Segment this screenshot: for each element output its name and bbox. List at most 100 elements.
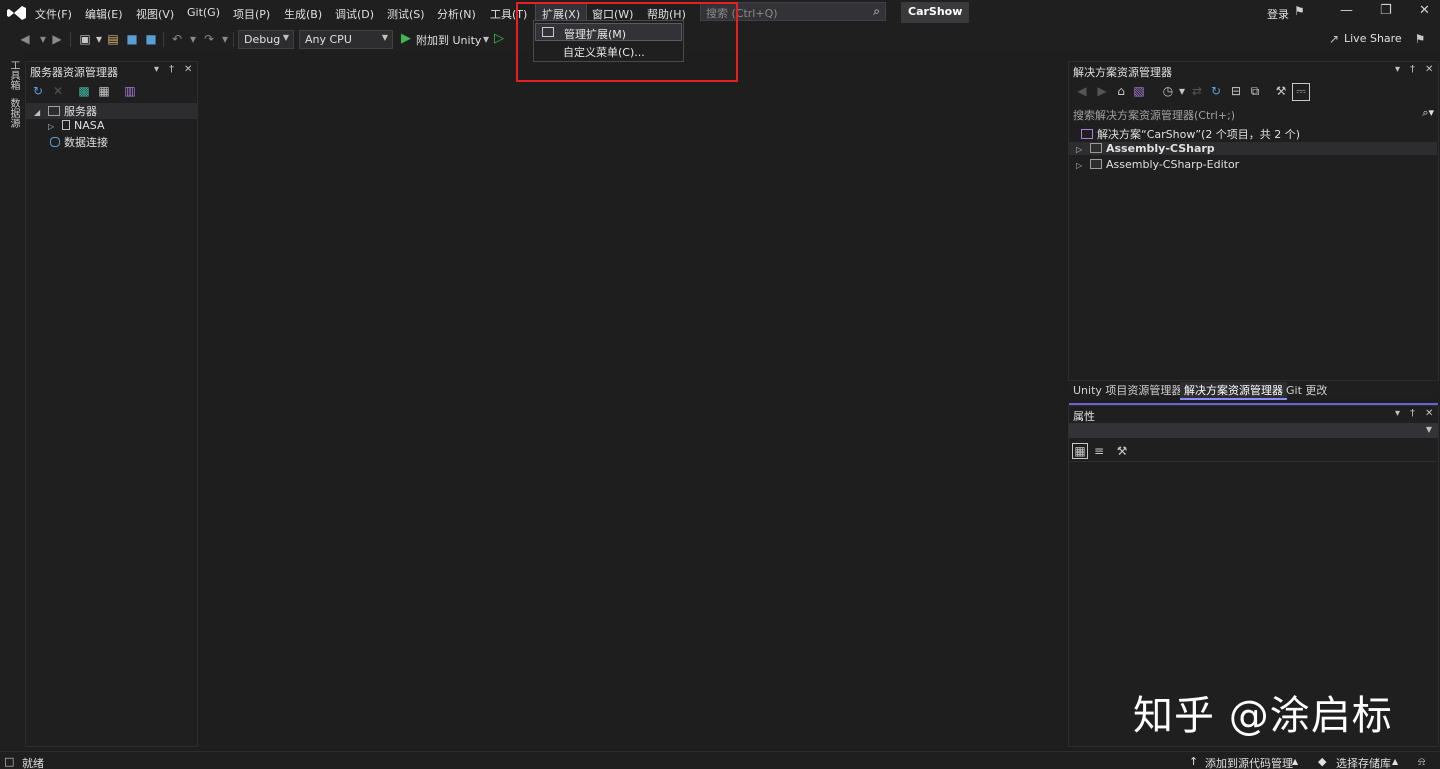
undo-dropdown-icon[interactable]: ▾ (186, 32, 200, 46)
menu-view[interactable]: 视图(V) (136, 6, 174, 22)
collapsed-arrow-icon[interactable]: ▷ (48, 122, 58, 131)
forward-icon[interactable]: ▶ (1095, 84, 1109, 98)
back-icon[interactable]: ◀ (18, 32, 32, 46)
solution-search-input[interactable]: 搜索解决方案资源管理器(Ctrl+;) ⌕▾ (1069, 106, 1438, 123)
pin-icon[interactable]: † (1410, 64, 1415, 75)
redo-dropdown-icon[interactable]: ▾ (218, 32, 232, 46)
alphabetical-icon[interactable]: ≡ (1092, 444, 1106, 458)
panel-dropdown-icon[interactable]: ▾ (154, 64, 159, 75)
back-icon[interactable]: ◀ (1075, 84, 1089, 98)
expanded-arrow-icon[interactable]: ◢ (34, 108, 44, 117)
sync-icon[interactable]: ⇄ (1190, 84, 1204, 98)
attach-dropdown-icon[interactable]: ▾ (479, 32, 493, 46)
menu-analyze[interactable]: 分析(N) (437, 6, 476, 22)
account-icon[interactable]: ⚑ (1294, 4, 1305, 18)
data-sources-tab[interactable]: 数据源 (6, 98, 21, 128)
menu-file[interactable]: 文件(F) (35, 6, 72, 22)
menu-project[interactable]: 项目(P) (233, 6, 270, 22)
login-link[interactable]: 登录 (1267, 6, 1289, 22)
connect-server-icon[interactable]: ▦ (97, 84, 111, 98)
tab-git-changes[interactable]: Git 更改 (1282, 382, 1331, 398)
menu-git[interactable]: Git(G) (187, 6, 220, 19)
tree-node-nasa[interactable]: ▷ NASA (48, 119, 104, 132)
select-repository-button[interactable]: 选择存储库 (1336, 755, 1391, 769)
preview-selected-icon[interactable]: ⎓ (1292, 83, 1310, 101)
forward-icon[interactable]: ▶ (50, 32, 64, 46)
show-all-files-icon[interactable]: ⧉ (1248, 84, 1262, 98)
tree-node-solution[interactable]: 解决方案“CarShow”(2 个项目，共 2 个) (1081, 126, 1300, 142)
close-icon[interactable]: ✕ (1425, 408, 1433, 419)
tab-unity-explorer[interactable]: Unity 项目资源管理器 (1069, 382, 1186, 398)
open-folder-icon[interactable]: ▤ (106, 32, 120, 46)
panel-dropdown-icon[interactable]: ▾ (1395, 408, 1400, 419)
add-to-source-control-button[interactable]: 添加到源代码管理 (1205, 755, 1293, 769)
left-tool-strip: 工具箱 数据源 (0, 52, 24, 751)
azure-icon[interactable]: ▥ (123, 84, 137, 98)
refresh-icon[interactable]: ↻ (31, 84, 45, 98)
live-share-button[interactable]: Live Share (1344, 32, 1402, 45)
status-ready: 就绪 (22, 757, 44, 769)
pending-changes-icon[interactable]: ◷ (1161, 84, 1175, 98)
tree-node-label: Assembly-CSharp-Editor (1106, 158, 1240, 171)
pin-icon[interactable]: † (1410, 408, 1415, 419)
start-without-debugging-icon[interactable]: ▷ (492, 32, 506, 46)
redo-icon[interactable]: ↷ (202, 32, 216, 46)
categorized-icon[interactable]: ▦ (1072, 443, 1088, 459)
collapsed-arrow-icon[interactable]: ▷ (1076, 145, 1086, 154)
solution-explorer-toolbar: ◀ ▶ ⌂ ▧ ◷ ▾ ⇄ ↻ ⊟ ⧉ ⚒ ⎓ (1069, 80, 1438, 104)
server-icon (62, 120, 70, 130)
properties-wrench-icon[interactable]: ⚒ (1274, 84, 1288, 98)
collapse-all-icon[interactable]: ⊟ (1229, 84, 1243, 98)
tab-solution-explorer[interactable]: 解决方案资源管理器 (1180, 382, 1287, 400)
property-pages-icon[interactable]: ⚒ (1115, 444, 1129, 458)
new-dropdown-icon[interactable]: ▾ (92, 32, 106, 46)
tree-node-data-connections[interactable]: 数据连接 (50, 134, 108, 150)
menu-test[interactable]: 测试(S) (387, 6, 425, 22)
save-icon[interactable]: ■ (125, 32, 139, 46)
csharp-project-icon (1090, 143, 1102, 153)
connect-database-icon[interactable]: ▩ (77, 84, 91, 98)
back-dropdown-icon[interactable]: ▾ (36, 32, 50, 46)
solution-name-badge: CarShow (901, 2, 970, 23)
stop-icon[interactable]: ✕ (51, 84, 65, 98)
save-all-icon[interactable]: ■ (144, 32, 158, 46)
pending-dropdown-icon[interactable]: ▾ (1175, 84, 1189, 98)
solution-platform-select[interactable]: Any CPU ▼ (299, 30, 393, 49)
menu-debug[interactable]: 调试(D) (335, 6, 374, 22)
notification-bell-icon[interactable]: ⍾ (1418, 755, 1425, 769)
attach-to-unity-button[interactable]: 附加到 Unity (416, 32, 481, 48)
properties-divider (1069, 461, 1438, 462)
chevron-down-icon: ▼ (1425, 425, 1432, 434)
panel-dropdown-icon[interactable]: ▾ (1395, 64, 1400, 75)
server-explorer-toolbar: ↻ ✕ ▩ ▦ ▥ (26, 80, 197, 104)
tree-node-label: 服务器 (64, 105, 97, 118)
close-icon[interactable]: ✕ (1425, 64, 1433, 75)
restore-icon[interactable]: ❐ (1380, 3, 1392, 18)
play-icon[interactable]: ▶ (399, 32, 413, 46)
tree-node-servers[interactable]: ◢ 服务器 (26, 103, 197, 119)
server-explorer-header: 服务器资源管理器 ▾ † ✕ (26, 62, 197, 80)
collapsed-arrow-icon[interactable]: ▷ (1076, 161, 1086, 170)
server-explorer-panel: 服务器资源管理器 ▾ † ✕ ↻ ✕ ▩ ▦ ▥ ◢ 服务器 ▷ NASA 数据连接 (25, 61, 198, 747)
toolbox-tab[interactable]: 工具箱 (6, 60, 21, 90)
home-icon[interactable]: ⌂ (1114, 84, 1128, 98)
pin-icon[interactable]: † (169, 64, 174, 75)
menu-edit[interactable]: 编辑(E) (85, 6, 123, 22)
properties-object-select[interactable]: ▼ (1069, 423, 1438, 438)
csharp-project-icon (1090, 159, 1102, 169)
tree-node-assembly-csharp-editor[interactable]: ▷ Assembly-CSharp-Editor (1076, 158, 1239, 171)
close-icon[interactable]: ✕ (184, 64, 192, 75)
close-icon[interactable]: ✕ (1419, 3, 1430, 18)
toolbar-separator (70, 32, 71, 47)
tree-node-label: 数据连接 (64, 136, 108, 149)
minimize-icon[interactable]: — (1340, 3, 1353, 18)
new-project-icon[interactable]: ▣ (78, 32, 92, 46)
menu-build[interactable]: 生成(B) (284, 6, 322, 22)
search-icon: ⌕▾ (1422, 106, 1434, 119)
undo-icon[interactable]: ↶ (170, 32, 184, 46)
refresh-icon[interactable]: ↻ (1209, 84, 1223, 98)
feedback-icon[interactable]: ⚑ (1413, 32, 1427, 46)
switch-views-icon[interactable]: ▧ (1132, 84, 1146, 98)
tree-node-assembly-csharp[interactable]: ▷ Assembly-CSharp (1069, 142, 1437, 155)
solution-config-select[interactable]: Debug ▼ (238, 30, 294, 49)
